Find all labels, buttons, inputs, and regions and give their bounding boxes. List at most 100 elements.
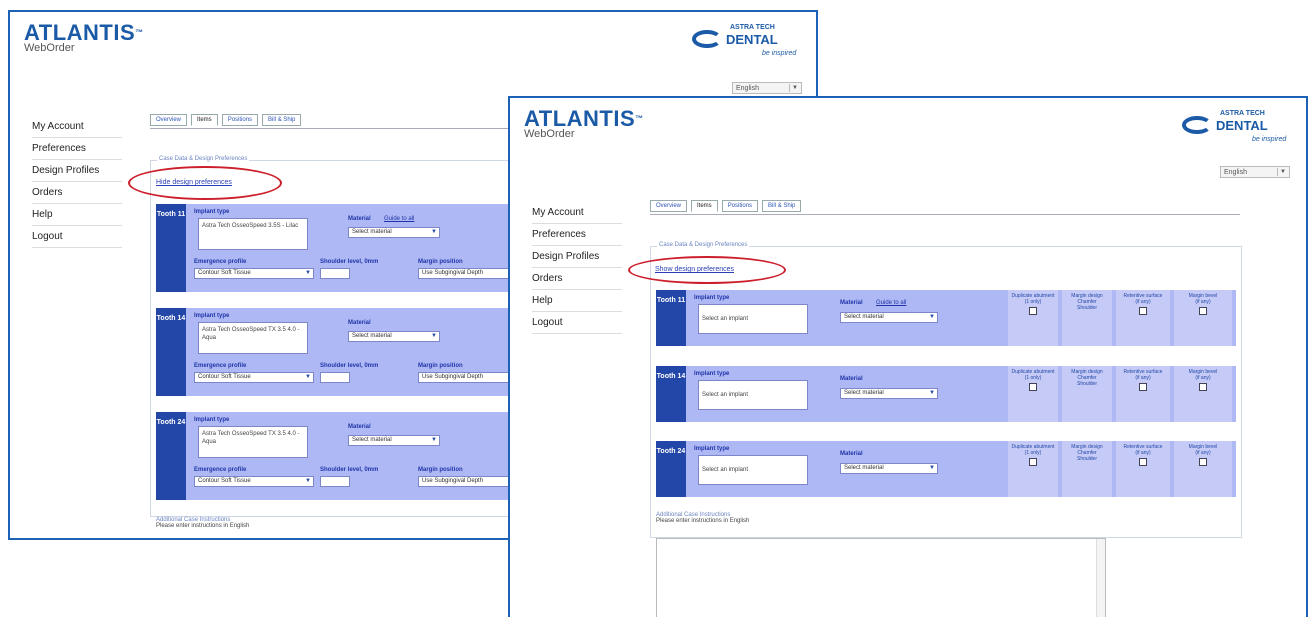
emergence-value: Contour Soft Tissue: [198, 478, 251, 484]
textarea-scrollbar[interactable]: [1096, 539, 1105, 617]
sidebar-nav: My Account Preferences Design Profiles O…: [532, 202, 622, 334]
language-value: English: [736, 85, 759, 92]
margin-design-col: Margin design Chamfer Shoulder: [1062, 441, 1112, 497]
material-select[interactable]: Select material ▼: [348, 227, 440, 238]
chevron-down-icon: ▼: [431, 229, 437, 235]
nav-preferences[interactable]: Preferences: [532, 224, 622, 246]
shoulder-label: Shoulder level, 0mm: [320, 259, 379, 265]
emergence-profile-select[interactable]: Contour Soft Tissue ▼: [194, 476, 314, 487]
partner-top: ASTRA TECH: [730, 24, 775, 31]
language-select[interactable]: English ▼: [1220, 166, 1290, 178]
margin-shoulder-option[interactable]: Shoulder: [1077, 381, 1097, 387]
tooth-tag: Tooth 24: [656, 441, 686, 497]
implant-type-value[interactable]: Astra Tech OsseoSpeed 3.5S - Lilac: [198, 218, 308, 250]
material-label: Material: [348, 320, 371, 326]
implant-type-label: Implant type: [194, 313, 230, 319]
tab-items[interactable]: Items: [191, 114, 218, 126]
shoulder-label: Shoulder level, 0mm: [320, 467, 379, 473]
implant-type-label: Implant type: [694, 446, 730, 452]
nav-help[interactable]: Help: [32, 204, 122, 226]
nav-logout[interactable]: Logout: [532, 312, 622, 334]
implant-select-box[interactable]: Select an implant: [698, 455, 808, 485]
tab-positions[interactable]: Positions: [721, 200, 759, 212]
implant-select-box[interactable]: Select an implant: [698, 380, 808, 410]
tab-overview[interactable]: Overview: [150, 114, 188, 126]
material-select[interactable]: Select material ▼: [840, 463, 938, 474]
duplicate-abutment-col: Duplicate abutment (1 only): [1008, 290, 1058, 346]
emergence-profile-select[interactable]: Contour Soft Tissue ▼: [194, 268, 314, 279]
implant-type-label: Implant type: [694, 295, 730, 301]
astra-tech-dental-logo: ASTRA TECH DENTAL be inspired: [1182, 110, 1292, 150]
implant-type-label: Implant type: [194, 209, 230, 215]
margin-shoulder-option[interactable]: Shoulder: [1077, 305, 1097, 311]
material-value: Select material: [844, 390, 884, 396]
margin-position-select[interactable]: Use Subgingival Depth: [418, 372, 516, 383]
margin-bevel-checkbox[interactable]: [1199, 307, 1207, 315]
additional-instructions: Additional Case Instructions Please ente…: [656, 512, 749, 524]
margin-shoulder-option[interactable]: Shoulder: [1077, 456, 1097, 462]
nav-help[interactable]: Help: [532, 290, 622, 312]
partner-main: DENTAL: [1216, 118, 1268, 133]
margin-bevel-checkbox[interactable]: [1199, 458, 1207, 466]
implant-select-box[interactable]: Select an implant: [698, 304, 808, 334]
nav-design-profiles[interactable]: Design Profiles: [532, 246, 622, 268]
implant-type-value[interactable]: Astra Tech OsseoSpeed TX 3.5 4.0 - Aqua: [198, 322, 308, 354]
duplicate-abutment-checkbox[interactable]: [1029, 307, 1037, 315]
margin-design-col: Margin design Chamfer Shoulder: [1062, 290, 1112, 346]
language-value: English: [1224, 169, 1247, 176]
implant-type-value[interactable]: Astra Tech OsseoSpeed TX 3.5 4.0 - Aqua: [198, 426, 308, 458]
weborder-window-front: ATLANTIS™ WebOrder ASTRA TECH DENTAL be …: [508, 96, 1308, 617]
tab-overview[interactable]: Overview: [650, 200, 688, 212]
atlantis-logo: ATLANTIS™ WebOrder: [524, 108, 644, 141]
margin-bevel-col: Margin bevel (if any): [1174, 290, 1232, 346]
retentive-surface-checkbox[interactable]: [1139, 383, 1147, 391]
nav-orders[interactable]: Orders: [32, 182, 122, 204]
brand-mark: ™: [135, 28, 144, 37]
margin-position-select[interactable]: Use Subgingival Depth: [418, 476, 516, 487]
col-sub: (if any): [1135, 450, 1151, 456]
annotation-oval: [128, 166, 282, 200]
material-select[interactable]: Select material ▼: [840, 312, 938, 323]
additional-instructions: Additional Case Instructions Please ente…: [156, 517, 249, 529]
material-select[interactable]: Select material ▼: [840, 388, 938, 399]
tooth-tag: Tooth 14: [156, 308, 186, 396]
retentive-surface-col: Retentive surface (if any): [1116, 441, 1170, 497]
nav-orders[interactable]: Orders: [532, 268, 622, 290]
swoosh-icon: [1182, 116, 1212, 134]
retentive-surface-checkbox[interactable]: [1139, 307, 1147, 315]
order-tabs: Overview Items Positions Bill & Ship: [650, 200, 802, 212]
shoulder-input[interactable]: [320, 372, 350, 383]
instructions-textarea[interactable]: [656, 538, 1106, 617]
margin-position-value: Use Subgingival Depth: [422, 270, 484, 276]
nav-design-profiles[interactable]: Design Profiles: [32, 160, 122, 182]
material-select[interactable]: Select material ▼: [348, 435, 440, 446]
nav-preferences[interactable]: Preferences: [32, 138, 122, 160]
chevron-down-icon: ▼: [431, 333, 437, 339]
nav-my-account[interactable]: My Account: [532, 202, 622, 224]
order-tabs: Overview Items Positions Bill & Ship: [150, 114, 302, 126]
duplicate-abutment-checkbox[interactable]: [1029, 383, 1037, 391]
nav-my-account[interactable]: My Account: [32, 116, 122, 138]
margin-bevel-checkbox[interactable]: [1199, 383, 1207, 391]
tab-items[interactable]: Items: [691, 200, 718, 212]
material-help-link[interactable]: Guide to all: [876, 300, 906, 306]
margin-position-select[interactable]: Use Subgingival Depth: [418, 268, 516, 279]
section-legend: Case Data & Design Preferences: [657, 242, 750, 248]
retentive-surface-checkbox[interactable]: [1139, 458, 1147, 466]
tab-positions[interactable]: Positions: [221, 114, 259, 126]
duplicate-abutment-checkbox[interactable]: [1029, 458, 1037, 466]
tooth-tag: Tooth 11: [656, 290, 686, 346]
chevron-down-icon: ▼: [305, 374, 311, 380]
material-select[interactable]: Select material ▼: [348, 331, 440, 342]
shoulder-input[interactable]: [320, 476, 350, 487]
partner-tag: be inspired: [1252, 136, 1287, 143]
tab-bill-ship[interactable]: Bill & Ship: [762, 200, 802, 212]
emergence-profile-select[interactable]: Contour Soft Tissue ▼: [194, 372, 314, 383]
shoulder-input[interactable]: [320, 268, 350, 279]
language-select[interactable]: English ▼: [732, 82, 802, 94]
tab-bill-ship[interactable]: Bill & Ship: [262, 114, 302, 126]
material-value: Select material: [352, 229, 392, 235]
implant-type-label: Implant type: [194, 417, 230, 423]
material-help-link[interactable]: Guide to all: [384, 216, 414, 222]
nav-logout[interactable]: Logout: [32, 226, 122, 248]
